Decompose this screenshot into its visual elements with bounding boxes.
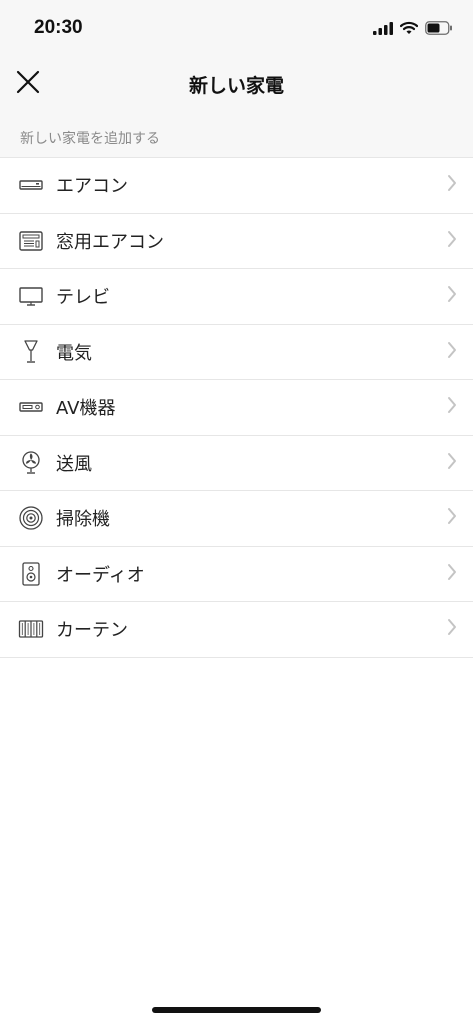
list-item-label: AV機器 — [56, 398, 116, 420]
status-icons — [373, 20, 453, 39]
list-item-label: 電気 — [56, 342, 92, 364]
appliance-list: エアコン 窓用エアコン テレビ 電気 AV機器 送風 掃除機 オーディオ カーテ… — [0, 158, 473, 658]
home-indicator[interactable] — [152, 1007, 321, 1013]
list-item-vacuum[interactable]: 掃除機 — [0, 491, 473, 547]
list-item-air-conditioner[interactable]: エアコン — [0, 158, 473, 214]
list-item-label: 掃除機 — [56, 509, 110, 531]
battery-icon — [425, 20, 453, 39]
chevron-right-icon — [447, 396, 457, 418]
speaker-icon — [18, 561, 44, 587]
window-air-conditioner-icon — [18, 228, 44, 254]
list-item-label: カーテン — [56, 620, 128, 642]
list-item-curtain[interactable]: カーテン — [0, 602, 473, 658]
page-title: 新しい家電 — [188, 75, 284, 97]
nav-bar: 新しい家電 — [0, 58, 473, 112]
av-device-icon — [18, 394, 44, 420]
list-item-av-device[interactable]: AV機器 — [0, 380, 473, 436]
air-conditioner-icon — [18, 172, 44, 198]
chevron-right-icon — [447, 618, 457, 640]
chevron-right-icon — [447, 341, 457, 363]
list-item-light[interactable]: 電気 — [0, 324, 473, 380]
list-item-label: 窓用エアコン — [56, 231, 164, 253]
list-item-window-air-conditioner[interactable]: 窓用エアコン — [0, 213, 473, 269]
section-label: 新しい家電を追加する — [20, 131, 160, 147]
chevron-right-icon — [447, 230, 457, 252]
curtain-icon — [18, 616, 44, 642]
wifi-icon — [399, 20, 419, 39]
list-item-label: オーディオ — [56, 564, 145, 586]
chevron-right-icon — [447, 507, 457, 529]
chevron-right-icon — [447, 563, 457, 585]
list-item-tv[interactable]: テレビ — [0, 269, 473, 325]
list-item-audio[interactable]: オーディオ — [0, 546, 473, 602]
chevron-right-icon — [447, 285, 457, 307]
list-item-label: 送風 — [56, 453, 92, 475]
chevron-right-icon — [447, 452, 457, 474]
tv-icon — [18, 283, 44, 309]
light-icon — [18, 339, 44, 365]
list-item-fan[interactable]: 送風 — [0, 435, 473, 491]
status-time: 20:30 — [34, 17, 83, 38]
list-item-label: テレビ — [56, 287, 110, 309]
section-header: 新しい家電を追加する — [0, 112, 473, 158]
fan-icon — [18, 450, 44, 476]
status-bar: 20:30 — [0, 0, 473, 58]
chevron-right-icon — [447, 174, 457, 196]
list-item-label: エアコン — [56, 176, 128, 198]
vacuum-icon — [18, 505, 44, 531]
signal-icon — [373, 20, 393, 39]
